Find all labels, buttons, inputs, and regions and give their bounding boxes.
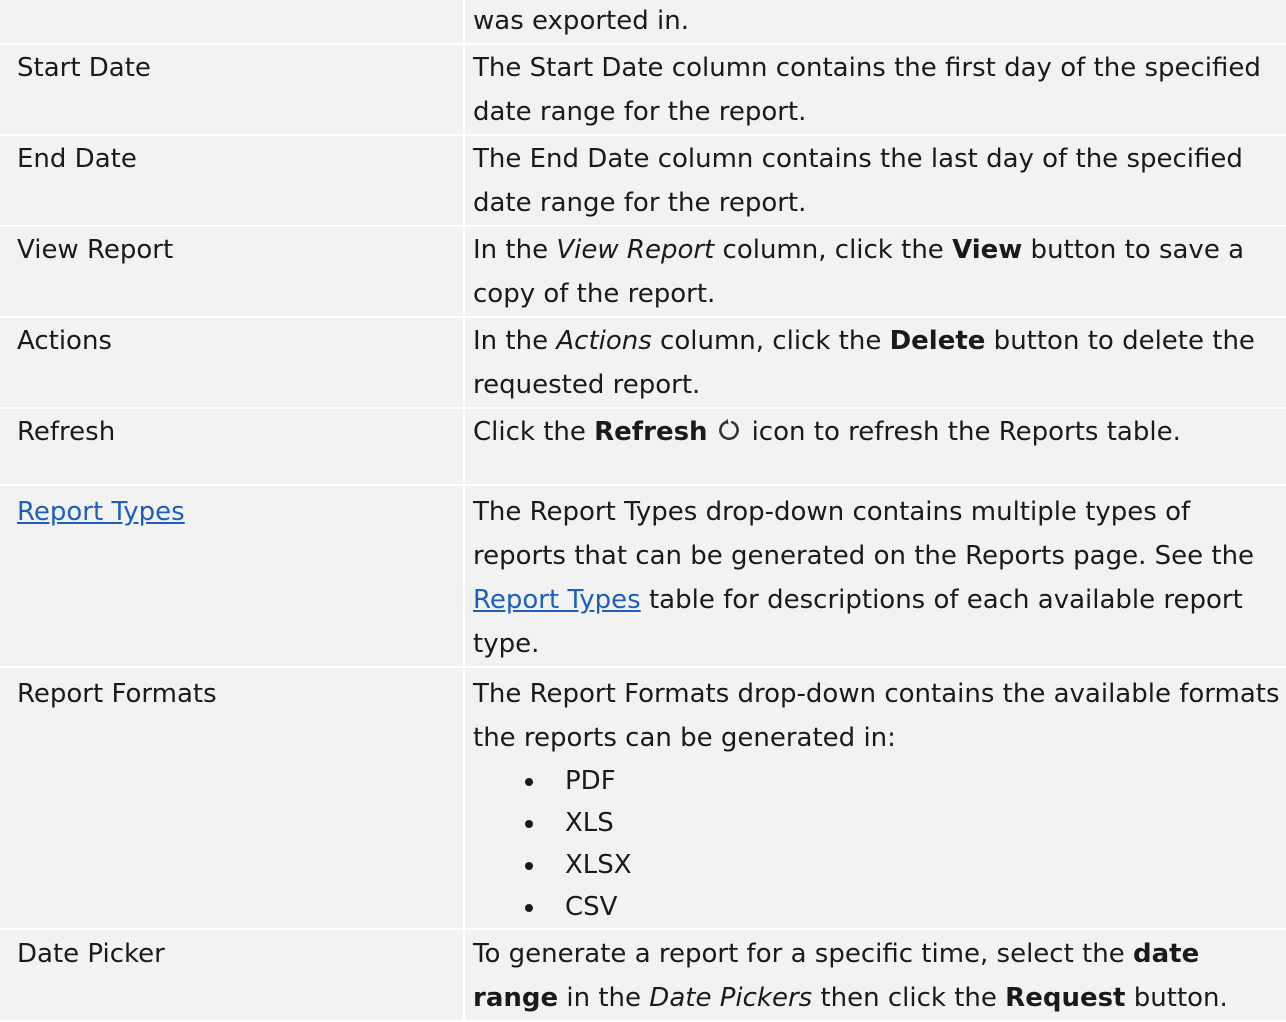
table-row: Start Date The Start Date column contain… bbox=[0, 45, 1286, 136]
table-row: Refresh Click the Refresh icon to refresh… bbox=[0, 409, 1286, 486]
description-refresh: Click the Refresh icon to refresh the Rep… bbox=[463, 409, 1286, 486]
table-row: was exported in. bbox=[0, 0, 1286, 45]
desc-text: The Report Types drop-down contains mult… bbox=[473, 497, 1255, 571]
term-cell bbox=[0, 0, 463, 45]
table-row: Report Formats The Report Formats drop-d… bbox=[0, 668, 1286, 930]
list-item: CSV bbox=[525, 886, 1280, 928]
term-actions: Actions bbox=[0, 318, 463, 409]
bold-button-name: View bbox=[952, 235, 1023, 265]
desc-text: column, click the bbox=[651, 326, 890, 356]
desc-text: The Report Formats drop-down contains th… bbox=[473, 679, 1280, 753]
description-report-types: The Report Types drop-down contains mult… bbox=[463, 486, 1286, 668]
table-row: View Report In the View Report column, c… bbox=[0, 227, 1286, 318]
emphasis-term: Date Pickers bbox=[649, 983, 813, 1013]
desc-text: To generate a report for a specific time… bbox=[473, 939, 1133, 969]
term-date-picker: Date Picker bbox=[0, 930, 463, 1022]
table-row: End Date The End Date column contains th… bbox=[0, 136, 1286, 227]
desc-text: In the bbox=[473, 235, 557, 265]
format-list: PDF XLS XLSX CSV bbox=[473, 760, 1280, 928]
term-report-types: Report Types bbox=[0, 486, 463, 668]
description-cell: was exported in. bbox=[463, 0, 1286, 45]
term-end-date: End Date bbox=[0, 136, 463, 227]
bold-button-name: Delete bbox=[889, 326, 986, 356]
emphasis-column-name: Actions bbox=[556, 326, 652, 356]
list-item: XLS bbox=[525, 802, 1280, 844]
desc-text: button. bbox=[1125, 983, 1228, 1013]
description-start-date: The Start Date column contains the first… bbox=[463, 45, 1286, 136]
description-end-date: The End Date column contains the last da… bbox=[463, 136, 1286, 227]
desc-text: icon to refresh the Reports table. bbox=[751, 417, 1181, 447]
bold-button-name: Request bbox=[1005, 983, 1126, 1013]
description-report-formats: The Report Formats drop-down contains th… bbox=[463, 668, 1286, 930]
desc-text: In the bbox=[473, 326, 557, 356]
table-row: Date Picker To generate a report for a s… bbox=[0, 930, 1286, 1022]
term-refresh: Refresh bbox=[0, 409, 463, 486]
table-row: Report Types The Report Types drop-down … bbox=[0, 486, 1286, 668]
term-start-date: Start Date bbox=[0, 45, 463, 136]
desc-text: in the bbox=[558, 983, 650, 1013]
desc-text: Click the bbox=[473, 417, 595, 447]
table-row: Actions In the Actions column, click the… bbox=[0, 318, 1286, 409]
report-types-link[interactable]: Report Types bbox=[17, 497, 185, 527]
term-report-formats: Report Formats bbox=[0, 668, 463, 930]
report-types-table-link[interactable]: Report Types bbox=[473, 585, 641, 615]
bold-button-name: Refresh bbox=[594, 417, 708, 447]
description-actions: In the Actions column, click the Delete … bbox=[463, 318, 1286, 409]
report-fields-table: was exported in. Start Date The Start Da… bbox=[0, 0, 1286, 1022]
desc-text: then click the bbox=[812, 983, 1006, 1013]
description-date-picker: To generate a report for a specific time… bbox=[463, 930, 1286, 1022]
description-view-report: In the View Report column, click the Vie… bbox=[463, 227, 1286, 318]
list-item: PDF bbox=[525, 760, 1280, 802]
term-view-report: View Report bbox=[0, 227, 463, 318]
refresh-icon bbox=[718, 418, 739, 440]
list-item: XLSX bbox=[525, 844, 1280, 886]
desc-text: column, click the bbox=[714, 235, 953, 265]
emphasis-column-name: View Report bbox=[556, 235, 715, 265]
